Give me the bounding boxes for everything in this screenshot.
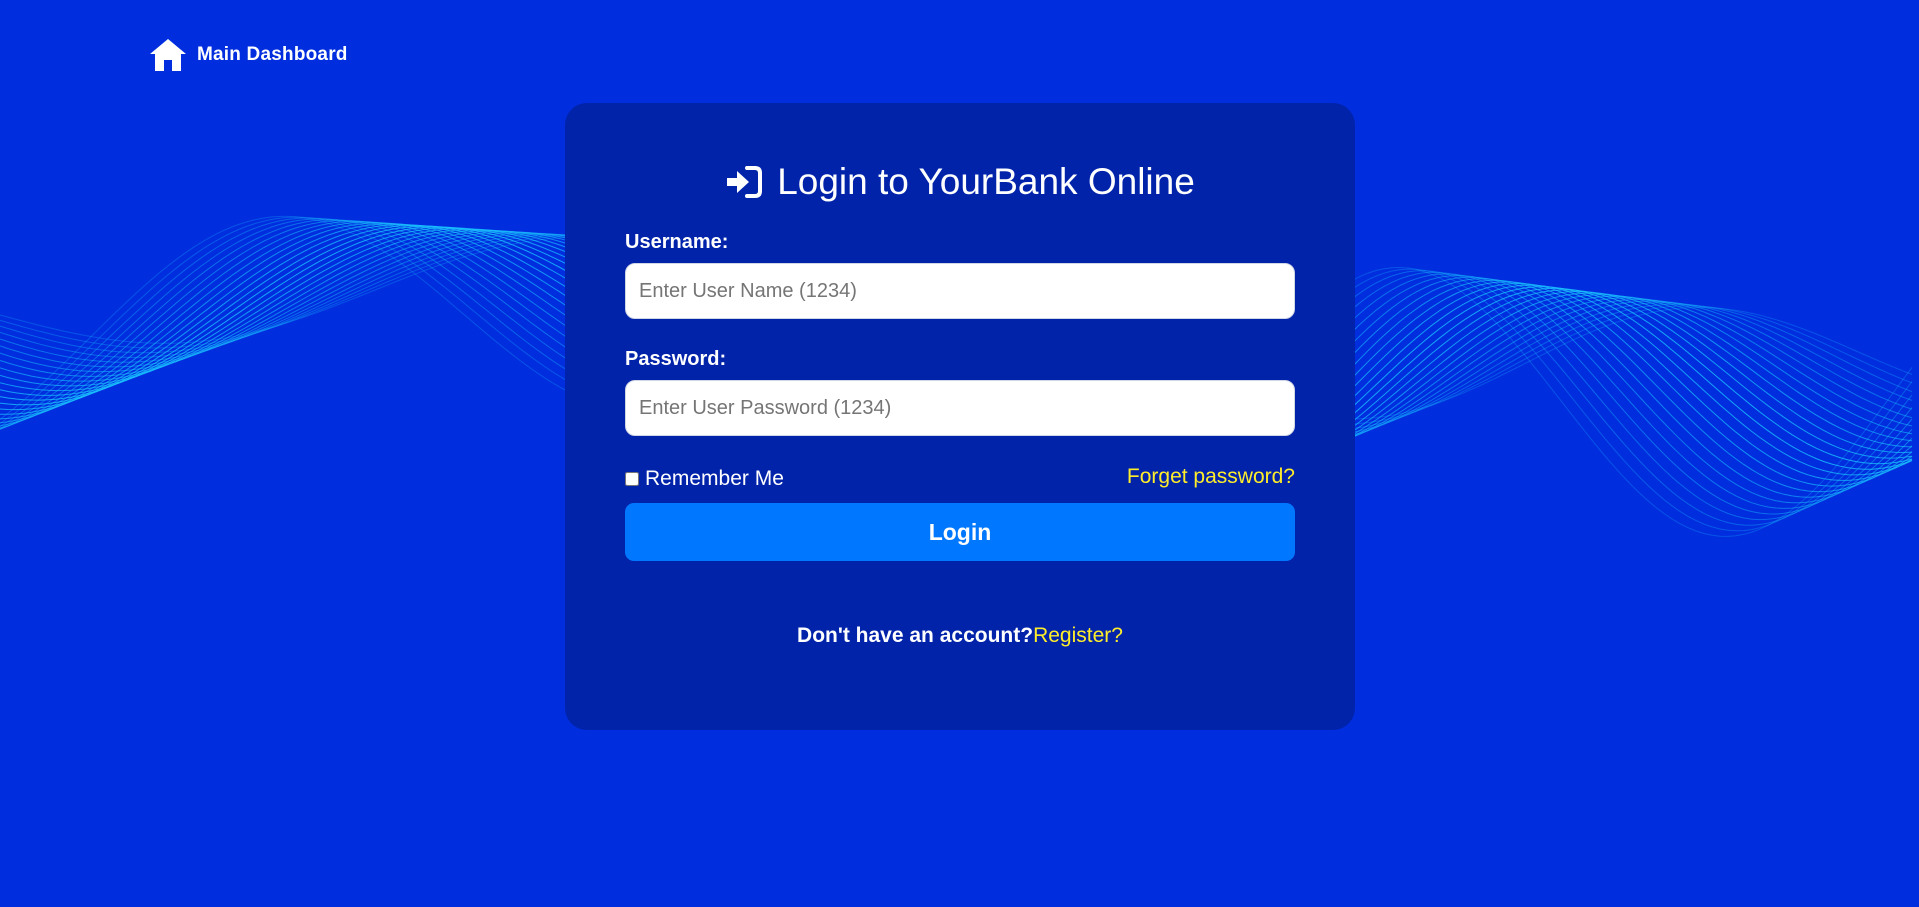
wave-line xyxy=(0,232,601,363)
wave-line xyxy=(0,219,601,430)
wave-line xyxy=(0,226,601,401)
login-title-text: Login to YourBank Online xyxy=(777,161,1195,202)
main-dashboard-label: Main Dashboard xyxy=(197,44,348,65)
login-title: Login to YourBank Online xyxy=(565,161,1355,203)
wave-line xyxy=(0,220,601,429)
password-input[interactable] xyxy=(625,380,1295,436)
wave-line xyxy=(0,234,601,354)
sign-in-icon xyxy=(725,165,763,199)
remember-me-control[interactable]: Remember Me xyxy=(625,467,784,491)
wave-line xyxy=(0,235,601,349)
main-dashboard-link[interactable]: Main Dashboard xyxy=(149,38,348,72)
wave-line xyxy=(1319,274,1913,509)
home-icon xyxy=(149,38,187,72)
wave-line xyxy=(1319,289,1913,459)
wave-line xyxy=(0,236,601,344)
wave-line xyxy=(0,221,601,427)
forgot-password-link[interactable]: Forget password? xyxy=(1127,465,1295,489)
username-label: Username: xyxy=(625,231,729,253)
register-link[interactable]: Register? xyxy=(1033,624,1123,647)
remember-me-label: Remember Me xyxy=(645,467,784,490)
wave-line xyxy=(1319,284,1913,476)
wave-line xyxy=(0,218,601,429)
username-input[interactable] xyxy=(625,263,1295,319)
wave-line xyxy=(0,231,601,373)
wave-line xyxy=(0,219,601,430)
register-prompt-text: Don't have an account? xyxy=(797,624,1034,647)
register-prompt: Don't have an account?Register? xyxy=(565,624,1355,648)
login-button[interactable]: Login xyxy=(625,503,1295,561)
wave-line xyxy=(1319,273,1913,515)
wave-line xyxy=(1319,278,1913,498)
remember-me-checkbox[interactable] xyxy=(625,472,639,486)
login-card: Login to YourBank Online Username: Passw… xyxy=(565,103,1355,730)
password-label: Password: xyxy=(625,348,727,370)
